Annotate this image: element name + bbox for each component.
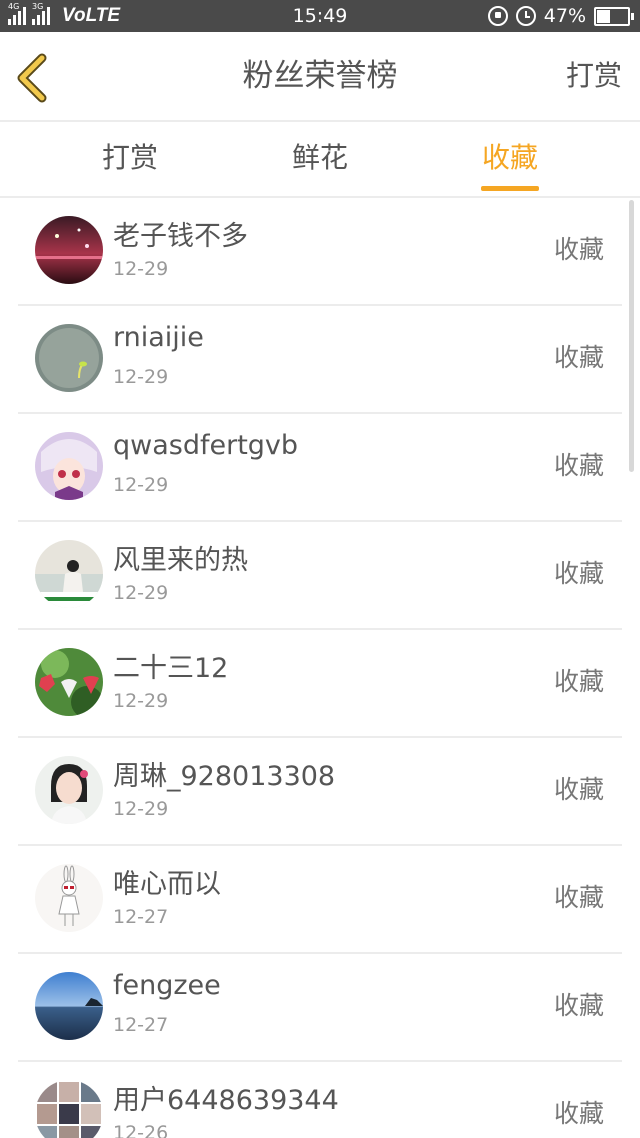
avatar [35, 864, 103, 932]
date: 12-29 [113, 582, 169, 604]
status-right: 47% [487, 4, 634, 28]
tab-favorites[interactable]: 收藏 [410, 122, 610, 196]
list-item[interactable]: fengzee 12-27 收藏 [18, 952, 622, 1062]
active-tab-indicator [481, 186, 539, 191]
favorite-label: 收藏 [553, 451, 604, 480]
username: 风里来的热 [113, 545, 248, 576]
date: 12-29 [113, 366, 169, 388]
tab-bar: 打赏 鲜花 收藏 [0, 122, 640, 198]
favorite-label: 收藏 [553, 235, 604, 264]
date: 12-29 [113, 474, 169, 496]
date: 12-27 [113, 1014, 169, 1036]
tab-reward[interactable]: 打赏 [30, 122, 230, 196]
avatar [35, 540, 103, 608]
username: rniaijie [113, 322, 204, 353]
date: 12-27 [113, 906, 169, 928]
avatar [35, 756, 103, 824]
username: 老子钱不多 [113, 221, 248, 252]
date: 12-29 [113, 258, 169, 280]
username: fengzee [113, 970, 221, 1001]
alarm-icon [515, 6, 536, 26]
avatar [35, 432, 103, 500]
favorite-label: 收藏 [553, 559, 604, 588]
username: 唯心而以 [113, 869, 221, 900]
list-item[interactable]: rniaijie 12-29 收藏 [18, 304, 622, 414]
list-item[interactable]: 用户6448639344 12-26 收藏 [18, 1060, 622, 1138]
favorite-label: 收藏 [553, 775, 604, 804]
favorite-label: 收藏 [553, 1099, 604, 1128]
username: 用户6448639344 [113, 1085, 339, 1116]
nav-header: 粉丝荣誉榜 打赏 [0, 32, 640, 122]
scrollbar[interactable] [629, 200, 634, 472]
status-bar: 4G 3G VoLTE 15:49 47% [0, 0, 640, 32]
list-item[interactable]: 唯心而以 12-27 收藏 [18, 844, 622, 954]
avatar [35, 1080, 103, 1138]
battery-percent: 47% [543, 5, 586, 27]
list-item[interactable]: 老子钱不多 12-29 收藏 [18, 196, 622, 306]
list-item[interactable]: 二十三12 12-29 收藏 [18, 628, 622, 738]
tab-flowers[interactable]: 鲜花 [220, 122, 420, 196]
favorite-label: 收藏 [553, 667, 604, 696]
favorite-label: 收藏 [553, 883, 604, 912]
fan-list: 老子钱不多 12-29 收藏 rniaijie 12-29 收藏 qwasdfe… [0, 196, 640, 1138]
avatar [35, 324, 103, 392]
battery-icon [594, 6, 634, 26]
date: 12-26 [113, 1122, 169, 1138]
chevron-left-icon [17, 53, 47, 103]
favorite-label: 收藏 [553, 991, 604, 1020]
avatar [35, 648, 103, 716]
back-button[interactable] [10, 52, 58, 104]
reward-button[interactable]: 打赏 [566, 32, 622, 120]
avatar [35, 216, 103, 284]
username: 二十三12 [113, 653, 229, 684]
list-item[interactable]: 风里来的热 12-29 收藏 [18, 520, 622, 630]
favorite-label: 收藏 [553, 343, 604, 372]
username: qwasdfertgvb [113, 430, 299, 461]
username: 周琳_928013308 [113, 761, 336, 792]
date: 12-29 [113, 690, 169, 712]
date: 12-29 [113, 798, 169, 820]
rotation-lock-icon [487, 6, 508, 26]
list-item[interactable]: 周琳_928013308 12-29 收藏 [18, 736, 622, 846]
list-item[interactable]: qwasdfertgvb 12-29 收藏 [18, 412, 622, 522]
avatar [35, 972, 103, 1040]
page-title: 粉丝荣誉榜 [242, 58, 398, 94]
